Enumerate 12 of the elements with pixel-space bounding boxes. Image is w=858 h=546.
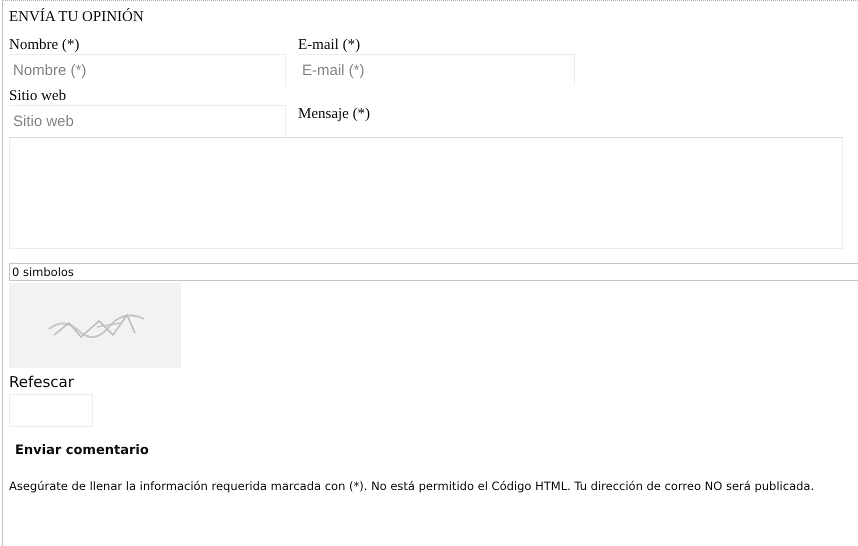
- input-field[interactable]: E-mail (*): [298, 54, 575, 86]
- field-label: Mensaje (*): [298, 106, 372, 123]
- field-label: Nombre (*): [9, 37, 80, 54]
- field-label: Sitio web: [9, 88, 68, 105]
- character-counter: 0 simbolos: [9, 263, 858, 281]
- note-text: Asegúrate de llenar la información requerida marcada con (*). No está permitido el Código HTML. Tu dirección de correo NO será publicada.: [9, 479, 816, 494]
- form-title: ENVÍA TU OPINIÓN: [9, 9, 145, 27]
- message-field[interactable]: [9, 137, 843, 249]
- input-field[interactable]: Sitio web: [9, 105, 286, 137]
- field-label: E-mail (*): [298, 37, 362, 54]
- refresh-link[interactable]: Refescar: [9, 373, 74, 391]
- input-field[interactable]: Nombre (*): [9, 54, 286, 86]
